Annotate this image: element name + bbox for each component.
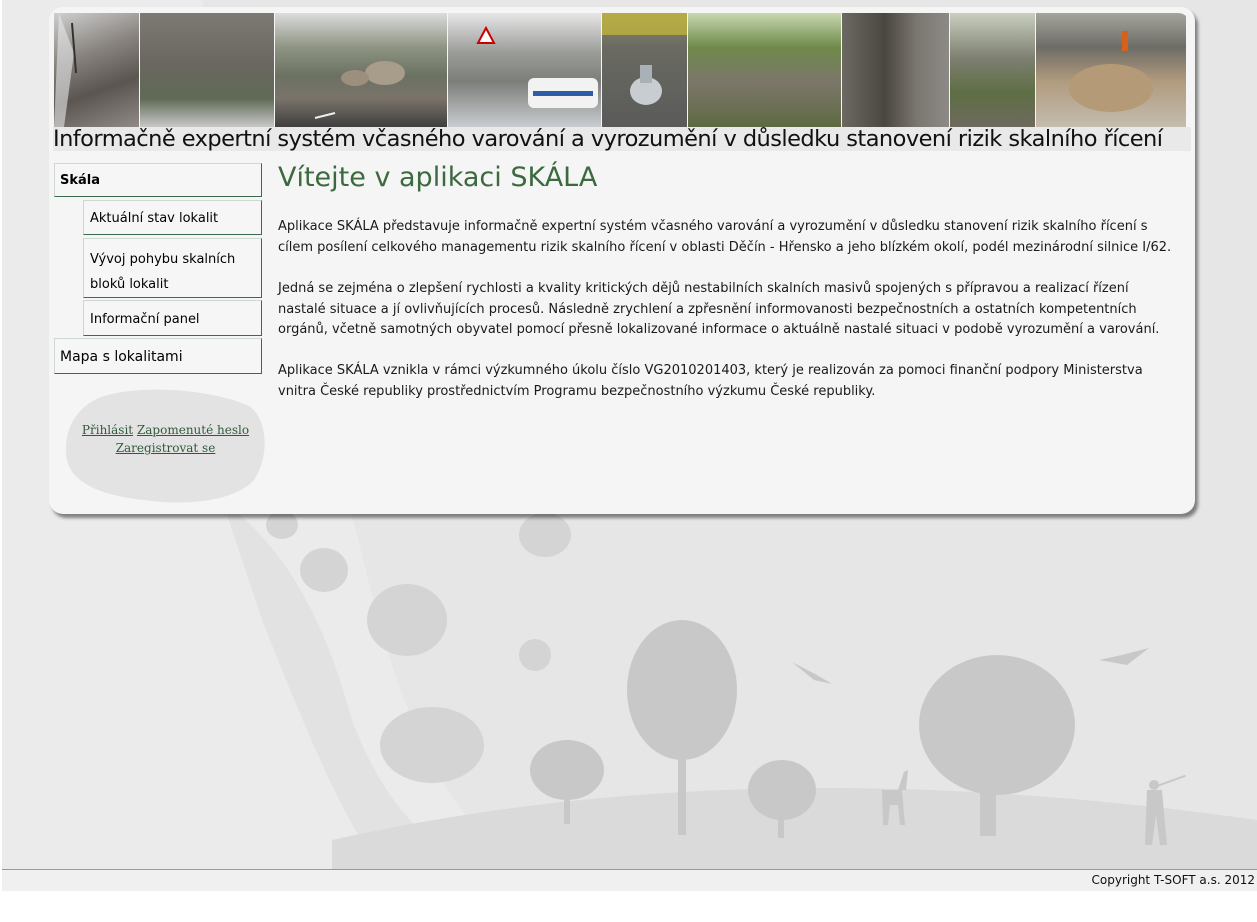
photo-rockfall-road bbox=[275, 13, 447, 127]
sidebar-item-informacni-panel[interactable]: Informační panel bbox=[83, 300, 262, 336]
funding-paragraph: Aplikace SKÁLA vznikla v rámci výzkumnéh… bbox=[278, 363, 1143, 399]
sidebar-item-label: Mapa s lokalitami bbox=[60, 349, 183, 365]
sidebar-item-label: Aktuální stav lokalit bbox=[90, 211, 219, 226]
boulder-image bbox=[1069, 31, 1153, 112]
goals-paragraph: Jedná se zejména o zlepšení rychlosti a … bbox=[278, 281, 1160, 337]
police-car-image bbox=[476, 25, 598, 108]
login-link[interactable]: Přihlásit bbox=[82, 423, 133, 437]
photo-mossy-rocks bbox=[688, 13, 841, 127]
photo-survey-marker bbox=[602, 13, 687, 127]
sidebar-item-label: Skála bbox=[60, 173, 101, 188]
photo-boulder-road bbox=[1036, 13, 1186, 127]
intro-paragraph: Aplikace SKÁLA představuje informačně ex… bbox=[278, 219, 1172, 255]
sidebar-item-label: Vývoj pohybu skalních bloků lokalit bbox=[90, 252, 236, 292]
sidebar-item-skala[interactable]: Skála bbox=[54, 163, 262, 197]
main-content: Vítejte v aplikaci SKÁLA Aplikace SKÁLA … bbox=[278, 159, 1178, 399]
sidebar-item-vyvoj-pohybu[interactable]: Vývoj pohybu skalních bloků lokalit bbox=[83, 238, 262, 298]
forgot-password-link[interactable]: Zapomenuté heslo bbox=[137, 423, 249, 437]
survey-marker-image bbox=[602, 13, 687, 105]
photo-rock-wall-road bbox=[140, 13, 274, 127]
page-title: Vítejte v aplikaci SKÁLA bbox=[278, 162, 598, 193]
header-photo-banner bbox=[54, 13, 1190, 127]
footer: Copyright T-SOFT a.s. 2012 bbox=[2, 870, 1257, 891]
sidebar-item-aktualni-stav[interactable]: Aktuální stav lokalit bbox=[83, 200, 262, 235]
photo-rock-tree bbox=[54, 13, 139, 127]
banner-title: Informačně expertní systém včasného varo… bbox=[53, 127, 1191, 151]
copyright-text: Copyright T-SOFT a.s. 2012 bbox=[1091, 873, 1256, 887]
rockfall-image bbox=[314, 61, 405, 119]
photo-police-car-road bbox=[448, 13, 601, 127]
main-card: Informačně expertní systém včasného varo… bbox=[49, 7, 1195, 514]
rock-tree-image bbox=[54, 13, 77, 127]
register-link[interactable]: Zaregistrovat se bbox=[116, 441, 216, 455]
photo-rock-pillars bbox=[950, 13, 1035, 127]
sidebar-item-label: Informační panel bbox=[90, 312, 200, 327]
sidebar-item-mapa[interactable]: Mapa s lokalitami bbox=[54, 338, 262, 374]
login-links: Přihlásit Zapomenuté heslo Zaregistrovat… bbox=[68, 421, 263, 457]
photo-rock-face bbox=[842, 13, 949, 127]
